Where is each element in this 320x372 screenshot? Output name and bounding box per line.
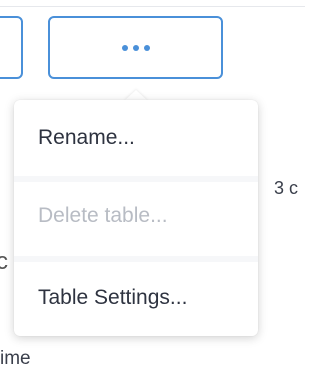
- header-divider: [0, 6, 305, 7]
- row-count-text: 3 c: [274, 178, 299, 198]
- background-letter: c: [0, 248, 8, 275]
- page-viewport: 3 c c ime Rename... Delete table... Tabl…: [0, 0, 305, 372]
- menu-item-rename[interactable]: Rename...: [14, 102, 258, 174]
- menu-item-table-settings[interactable]: Table Settings...: [14, 262, 258, 334]
- partial-toolbar-button[interactable]: [0, 16, 23, 79]
- more-options-button[interactable]: [48, 16, 223, 79]
- table-options-menu: Rename... Delete table... Table Settings…: [14, 100, 258, 336]
- ellipsis-horizontal-icon: [121, 44, 150, 51]
- column-label-fragment: ime: [0, 348, 31, 369]
- menu-item-delete-table: Delete table...: [38, 204, 168, 227]
